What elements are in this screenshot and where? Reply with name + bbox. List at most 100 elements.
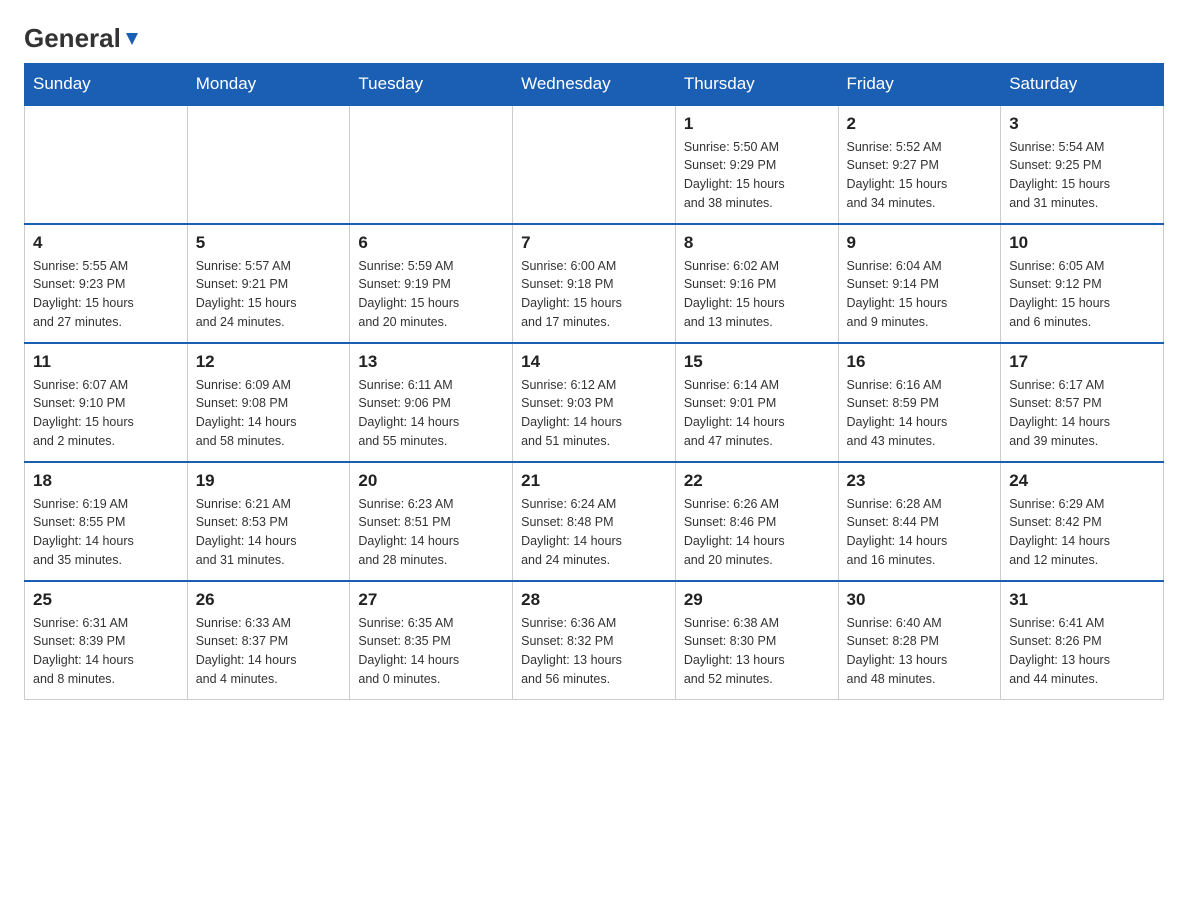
calendar-cell: 6 Sunrise: 5:59 AM Sunset: 9:19 PM Daylig… xyxy=(350,224,513,343)
day-info: Sunrise: 6:28 AM Sunset: 8:44 PM Dayligh… xyxy=(847,495,993,570)
day-info: Sunrise: 6:23 AM Sunset: 8:51 PM Dayligh… xyxy=(358,495,504,570)
day-number: 18 xyxy=(33,471,179,491)
day-number: 1 xyxy=(684,114,830,134)
calendar-cell: 5 Sunrise: 5:57 AM Sunset: 9:21 PM Daylig… xyxy=(187,224,350,343)
day-number: 26 xyxy=(196,590,342,610)
day-number: 6 xyxy=(358,233,504,253)
calendar-header-monday: Monday xyxy=(187,63,350,105)
day-info: Sunrise: 6:33 AM Sunset: 8:37 PM Dayligh… xyxy=(196,614,342,689)
calendar-cell: 11 Sunrise: 6:07 AM Sunset: 9:10 PM Dayli… xyxy=(25,343,188,462)
day-number: 4 xyxy=(33,233,179,253)
day-info: Sunrise: 6:26 AM Sunset: 8:46 PM Dayligh… xyxy=(684,495,830,570)
day-number: 19 xyxy=(196,471,342,491)
day-info: Sunrise: 6:19 AM Sunset: 8:55 PM Dayligh… xyxy=(33,495,179,570)
day-number: 24 xyxy=(1009,471,1155,491)
calendar-cell: 27 Sunrise: 6:35 AM Sunset: 8:35 PM Dayli… xyxy=(350,581,513,700)
day-number: 11 xyxy=(33,352,179,372)
day-info: Sunrise: 6:31 AM Sunset: 8:39 PM Dayligh… xyxy=(33,614,179,689)
day-info: Sunrise: 6:41 AM Sunset: 8:26 PM Dayligh… xyxy=(1009,614,1155,689)
day-number: 13 xyxy=(358,352,504,372)
calendar-cell: 26 Sunrise: 6:33 AM Sunset: 8:37 PM Dayli… xyxy=(187,581,350,700)
calendar-header-friday: Friday xyxy=(838,63,1001,105)
day-info: Sunrise: 6:09 AM Sunset: 9:08 PM Dayligh… xyxy=(196,376,342,451)
day-number: 23 xyxy=(847,471,993,491)
day-number: 15 xyxy=(684,352,830,372)
calendar-cell: 23 Sunrise: 6:28 AM Sunset: 8:44 PM Dayli… xyxy=(838,462,1001,581)
day-number: 7 xyxy=(521,233,667,253)
calendar-week-3: 11 Sunrise: 6:07 AM Sunset: 9:10 PM Dayli… xyxy=(25,343,1164,462)
calendar-header-row: SundayMondayTuesdayWednesdayThursdayFrid… xyxy=(25,63,1164,105)
day-number: 25 xyxy=(33,590,179,610)
day-number: 20 xyxy=(358,471,504,491)
logo-name: General xyxy=(24,24,141,53)
logo: General xyxy=(24,24,141,53)
day-info: Sunrise: 5:57 AM Sunset: 9:21 PM Dayligh… xyxy=(196,257,342,332)
calendar-week-5: 25 Sunrise: 6:31 AM Sunset: 8:39 PM Dayli… xyxy=(25,581,1164,700)
day-info: Sunrise: 6:36 AM Sunset: 8:32 PM Dayligh… xyxy=(521,614,667,689)
day-number: 2 xyxy=(847,114,993,134)
day-number: 21 xyxy=(521,471,667,491)
day-info: Sunrise: 6:07 AM Sunset: 9:10 PM Dayligh… xyxy=(33,376,179,451)
day-info: Sunrise: 6:02 AM Sunset: 9:16 PM Dayligh… xyxy=(684,257,830,332)
calendar-cell: 31 Sunrise: 6:41 AM Sunset: 8:26 PM Dayli… xyxy=(1001,581,1164,700)
calendar-cell xyxy=(513,105,676,224)
day-info: Sunrise: 6:17 AM Sunset: 8:57 PM Dayligh… xyxy=(1009,376,1155,451)
day-number: 30 xyxy=(847,590,993,610)
day-info: Sunrise: 5:52 AM Sunset: 9:27 PM Dayligh… xyxy=(847,138,993,213)
calendar-week-4: 18 Sunrise: 6:19 AM Sunset: 8:55 PM Dayli… xyxy=(25,462,1164,581)
calendar-table: SundayMondayTuesdayWednesdayThursdayFrid… xyxy=(24,63,1164,700)
day-number: 31 xyxy=(1009,590,1155,610)
day-info: Sunrise: 6:00 AM Sunset: 9:18 PM Dayligh… xyxy=(521,257,667,332)
day-number: 3 xyxy=(1009,114,1155,134)
calendar-header-wednesday: Wednesday xyxy=(513,63,676,105)
calendar-header-tuesday: Tuesday xyxy=(350,63,513,105)
calendar-cell: 8 Sunrise: 6:02 AM Sunset: 9:16 PM Daylig… xyxy=(675,224,838,343)
day-info: Sunrise: 6:35 AM Sunset: 8:35 PM Dayligh… xyxy=(358,614,504,689)
calendar-cell: 16Sunrise: 6:16 AM Sunset: 8:59 PM Dayli… xyxy=(838,343,1001,462)
calendar-cell: 22 Sunrise: 6:26 AM Sunset: 8:46 PM Dayli… xyxy=(675,462,838,581)
calendar-header-sunday: Sunday xyxy=(25,63,188,105)
day-number: 14 xyxy=(521,352,667,372)
day-number: 28 xyxy=(521,590,667,610)
calendar-cell: 12Sunrise: 6:09 AM Sunset: 9:08 PM Dayli… xyxy=(187,343,350,462)
day-info: Sunrise: 5:55 AM Sunset: 9:23 PM Dayligh… xyxy=(33,257,179,332)
calendar-cell: 28 Sunrise: 6:36 AM Sunset: 8:32 PM Dayli… xyxy=(513,581,676,700)
calendar-cell: 25 Sunrise: 6:31 AM Sunset: 8:39 PM Dayli… xyxy=(25,581,188,700)
calendar-cell: 19 Sunrise: 6:21 AM Sunset: 8:53 PM Dayli… xyxy=(187,462,350,581)
day-number: 22 xyxy=(684,471,830,491)
calendar-cell: 7 Sunrise: 6:00 AM Sunset: 9:18 PM Daylig… xyxy=(513,224,676,343)
day-number: 5 xyxy=(196,233,342,253)
calendar-cell: 9 Sunrise: 6:04 AM Sunset: 9:14 PM Daylig… xyxy=(838,224,1001,343)
day-number: 27 xyxy=(358,590,504,610)
day-number: 8 xyxy=(684,233,830,253)
day-info: Sunrise: 6:05 AM Sunset: 9:12 PM Dayligh… xyxy=(1009,257,1155,332)
day-info: Sunrise: 6:11 AM Sunset: 9:06 PM Dayligh… xyxy=(358,376,504,451)
calendar-cell: 21Sunrise: 6:24 AM Sunset: 8:48 PM Dayli… xyxy=(513,462,676,581)
calendar-cell: 14 Sunrise: 6:12 AM Sunset: 9:03 PM Dayli… xyxy=(513,343,676,462)
day-number: 10 xyxy=(1009,233,1155,253)
day-info: Sunrise: 6:29 AM Sunset: 8:42 PM Dayligh… xyxy=(1009,495,1155,570)
calendar-cell: 20 Sunrise: 6:23 AM Sunset: 8:51 PM Dayli… xyxy=(350,462,513,581)
calendar-cell: 13 Sunrise: 6:11 AM Sunset: 9:06 PM Dayli… xyxy=(350,343,513,462)
calendar-header-thursday: Thursday xyxy=(675,63,838,105)
calendar-cell xyxy=(187,105,350,224)
day-info: Sunrise: 5:59 AM Sunset: 9:19 PM Dayligh… xyxy=(358,257,504,332)
day-number: 9 xyxy=(847,233,993,253)
day-info: Sunrise: 6:14 AM Sunset: 9:01 PM Dayligh… xyxy=(684,376,830,451)
calendar-cell: 29 Sunrise: 6:38 AM Sunset: 8:30 PM Dayli… xyxy=(675,581,838,700)
day-number: 29 xyxy=(684,590,830,610)
calendar-cell: 1 Sunrise: 5:50 AM Sunset: 9:29 PM Daylig… xyxy=(675,105,838,224)
calendar-week-2: 4 Sunrise: 5:55 AM Sunset: 9:23 PM Daylig… xyxy=(25,224,1164,343)
day-info: Sunrise: 6:04 AM Sunset: 9:14 PM Dayligh… xyxy=(847,257,993,332)
day-info: Sunrise: 5:50 AM Sunset: 9:29 PM Dayligh… xyxy=(684,138,830,213)
calendar-cell: 30Sunrise: 6:40 AM Sunset: 8:28 PM Dayli… xyxy=(838,581,1001,700)
calendar-cell: 24 Sunrise: 6:29 AM Sunset: 8:42 PM Dayli… xyxy=(1001,462,1164,581)
day-info: Sunrise: 6:12 AM Sunset: 9:03 PM Dayligh… xyxy=(521,376,667,451)
calendar-cell: 17 Sunrise: 6:17 AM Sunset: 8:57 PM Dayli… xyxy=(1001,343,1164,462)
day-number: 17 xyxy=(1009,352,1155,372)
calendar-header-saturday: Saturday xyxy=(1001,63,1164,105)
day-number: 16 xyxy=(847,352,993,372)
day-info: Sunrise: 6:21 AM Sunset: 8:53 PM Dayligh… xyxy=(196,495,342,570)
page-header: General xyxy=(24,24,1164,53)
day-info: Sunrise: 6:38 AM Sunset: 8:30 PM Dayligh… xyxy=(684,614,830,689)
